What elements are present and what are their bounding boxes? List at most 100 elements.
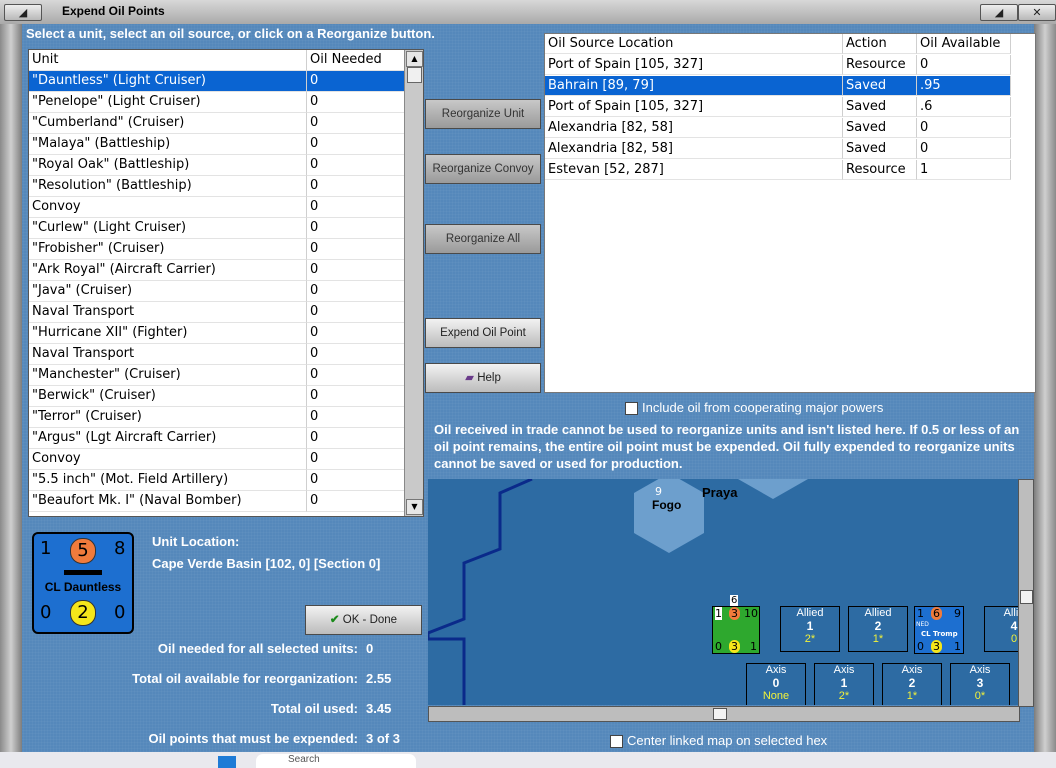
unit-row[interactable]: "Hurricane XII" (Fighter) 0 [29, 323, 406, 344]
green-tr: 10 [744, 607, 758, 620]
unit-row[interactable]: "Berwick" (Cruiser) 0 [29, 386, 406, 407]
green-unit-counter[interactable]: 1 3 10 0 3 1 [712, 606, 760, 654]
map-scroll-thumb-v[interactable] [1020, 590, 1033, 604]
axis-slot-3[interactable]: Axis 3 0* [950, 663, 1010, 705]
green-bl: 0 [715, 640, 722, 653]
oil-source-row[interactable]: Alexandria [82, 58] Saved 0 [545, 118, 1013, 139]
allied-slot-1[interactable]: Allied 1 2* [780, 606, 840, 652]
unit-list-scrollbar[interactable]: ▲ ▼ [404, 50, 423, 516]
close-button[interactable]: ✕ [1018, 4, 1056, 21]
taskbar-search[interactable]: Search [256, 754, 416, 768]
must-expend-value: 3 of 3 [366, 731, 400, 746]
oil-source-table[interactable]: Oil Source Location Action Oil Available… [544, 33, 1036, 393]
map-horizontal-scrollbar[interactable] [428, 706, 1020, 722]
axis-slot-1[interactable]: Axis 1 2* [814, 663, 874, 705]
title-bar: ◢ Expend Oil Points ◢ ✕ [0, 0, 1056, 25]
unit-column-header[interactable]: Unit [29, 50, 307, 71]
blue-name: CL Tromp [921, 630, 958, 638]
oil-source-row[interactable]: Port of Spain [105, 327] Saved .6 [545, 97, 1013, 118]
allied-slot-2[interactable]: Allied 2 1* [848, 606, 908, 652]
allied-slot-value: 1 [806, 619, 814, 633]
oil-action-cell: Saved [843, 76, 917, 96]
unit-name-cell: "Argus" (Lgt Aircraft Carrier) [29, 428, 307, 449]
ok-done-button[interactable]: ✔ OK - Done [305, 605, 422, 635]
oil-source-row[interactable]: Estevan [52, 287] Resource 1 [545, 160, 1013, 181]
unit-row[interactable]: "Manchester" (Cruiser) 0 [29, 365, 406, 386]
unit-row[interactable]: Naval Transport 0 [29, 344, 406, 365]
unit-row[interactable]: Convoy 0 [29, 449, 406, 470]
scroll-thumb[interactable] [407, 67, 422, 83]
axis-slot-sub: 1* [906, 690, 918, 702]
unit-row[interactable]: "Malaya" (Battleship) 0 [29, 134, 406, 155]
scroll-up-arrow-icon[interactable]: ▲ [406, 51, 423, 67]
reorganize-unit-button[interactable]: Reorganize Unit [425, 99, 541, 129]
unit-row[interactable]: "Ark Royal" (Aircraft Carrier) 0 [29, 260, 406, 281]
oil-needed-cell: 0 [307, 302, 406, 323]
oil-needed-cell: 0 [307, 92, 406, 113]
oil-available-header[interactable]: Oil Available [917, 34, 1011, 54]
unit-row[interactable]: "Resolution" (Battleship) 0 [29, 176, 406, 197]
unit-name-cell: "Hurricane XII" (Fighter) [29, 323, 307, 344]
unit-list[interactable]: Unit Oil Needed "Dauntless" (Light Cruis… [28, 49, 424, 517]
axis-slot-0[interactable]: Axis 0 None [746, 663, 806, 705]
unit-row[interactable]: "Cumberland" (Cruiser) 0 [29, 113, 406, 134]
reorganize-all-button[interactable]: Reorganize All [425, 224, 541, 254]
hex-map[interactable]: 9 Fogo Praya 6 1 3 10 0 3 1 Allied 1 2* … [428, 479, 1018, 705]
reorganize-convoy-button[interactable]: Reorganize Convoy [425, 154, 541, 184]
allied-slot-label: Allie [1003, 607, 1018, 619]
unit-row[interactable]: "Royal Oak" (Battleship) 0 [29, 155, 406, 176]
unit-list-header: Unit Oil Needed [29, 50, 406, 71]
unit-name-cell: "Royal Oak" (Battleship) [29, 155, 307, 176]
unit-name-cell: "Manchester" (Cruiser) [29, 365, 307, 386]
unit-row[interactable]: "Frobisher" (Cruiser) 0 [29, 239, 406, 260]
oil-location-cell: Alexandria [82, 58] [545, 139, 843, 159]
unit-row[interactable]: "Argus" (Lgt Aircraft Carrier) 0 [29, 428, 406, 449]
expend-oil-window: ◢ Expend Oil Points ◢ ✕ Select a unit, s… [0, 0, 1056, 752]
unit-name-cell: "Frobisher" (Cruiser) [29, 239, 307, 260]
allied-slot-4[interactable]: Allie 4 0 [984, 606, 1018, 652]
oil-source-row[interactable]: Alexandria [82, 58] Saved 0 [545, 139, 1013, 160]
total-available-label: Total oil available for reorganization: [132, 671, 358, 686]
blue-unit-counter[interactable]: 1 6 9 NED CL Tromp 0 3 1 [914, 606, 964, 654]
unit-row[interactable]: Naval Transport 0 [29, 302, 406, 323]
oil-source-location-header[interactable]: Oil Source Location [545, 34, 843, 54]
total-used-value: 3.45 [366, 701, 392, 716]
oil-location-cell: Port of Spain [105, 327] [545, 97, 843, 117]
unit-row[interactable]: "Penelope" (Light Cruiser) 0 [29, 92, 406, 113]
axis-slot-sub: 0* [974, 690, 986, 702]
map-scroll-thumb-h[interactable] [713, 708, 727, 720]
unit-location-label: Unit Location: [152, 534, 240, 549]
map-vertical-scrollbar[interactable] [1018, 479, 1034, 707]
oil-needed-cell: 0 [307, 113, 406, 134]
unit-row[interactable]: Convoy 0 [29, 197, 406, 218]
help-button[interactable]: ▰ Help [425, 363, 541, 393]
unit-name-cell: "Beaufort Mk. I" (Naval Bomber) [29, 491, 307, 512]
unit-row[interactable]: "5.5 inch" (Mot. Field Artillery) 0 [29, 470, 406, 491]
unit-row[interactable]: "Curlew" (Light Cruiser) 0 [29, 218, 406, 239]
window-menu-button[interactable]: ◢ [4, 4, 42, 21]
unit-row[interactable]: "Terror" (Cruiser) 0 [29, 407, 406, 428]
unit-row[interactable]: "Dauntless" (Light Cruiser) 0 [29, 71, 406, 92]
oil-needed-value: 0 [366, 641, 374, 656]
checkmark-icon: ✔ [329, 614, 340, 626]
oil-needed-cell: 0 [307, 197, 406, 218]
action-header[interactable]: Action [843, 34, 917, 54]
oil-action-cell: Resource [843, 55, 917, 75]
counter-top-mid: 5 [70, 538, 96, 564]
fogo-label: Fogo [652, 498, 682, 512]
center-linked-checkbox[interactable] [610, 735, 623, 748]
axis-slot-2[interactable]: Axis 2 1* [882, 663, 942, 705]
unit-row[interactable]: "Beaufort Mk. I" (Naval Bomber) 0 [29, 491, 406, 512]
scroll-down-arrow-icon[interactable]: ▼ [406, 499, 423, 515]
include-coop-checkbox[interactable] [625, 402, 638, 415]
restore-button[interactable]: ◢ [980, 4, 1018, 21]
oil-needed-column-header[interactable]: Oil Needed [307, 50, 406, 71]
dialog-content: Select a unit, select an oil source, or … [22, 24, 1036, 752]
windows-start-icon[interactable] [218, 756, 236, 768]
unit-row[interactable]: "Java" (Cruiser) 0 [29, 281, 406, 302]
expend-oil-point-button[interactable]: Expend Oil Point [425, 318, 541, 348]
oil-action-cell: Saved [843, 118, 917, 138]
oil-source-row[interactable]: Bahrain [89, 79] Saved .95 [545, 76, 1013, 97]
oil-source-row[interactable]: Port of Spain [105, 327] Resource 0 [545, 55, 1013, 76]
oil-needed-cell: 0 [307, 239, 406, 260]
